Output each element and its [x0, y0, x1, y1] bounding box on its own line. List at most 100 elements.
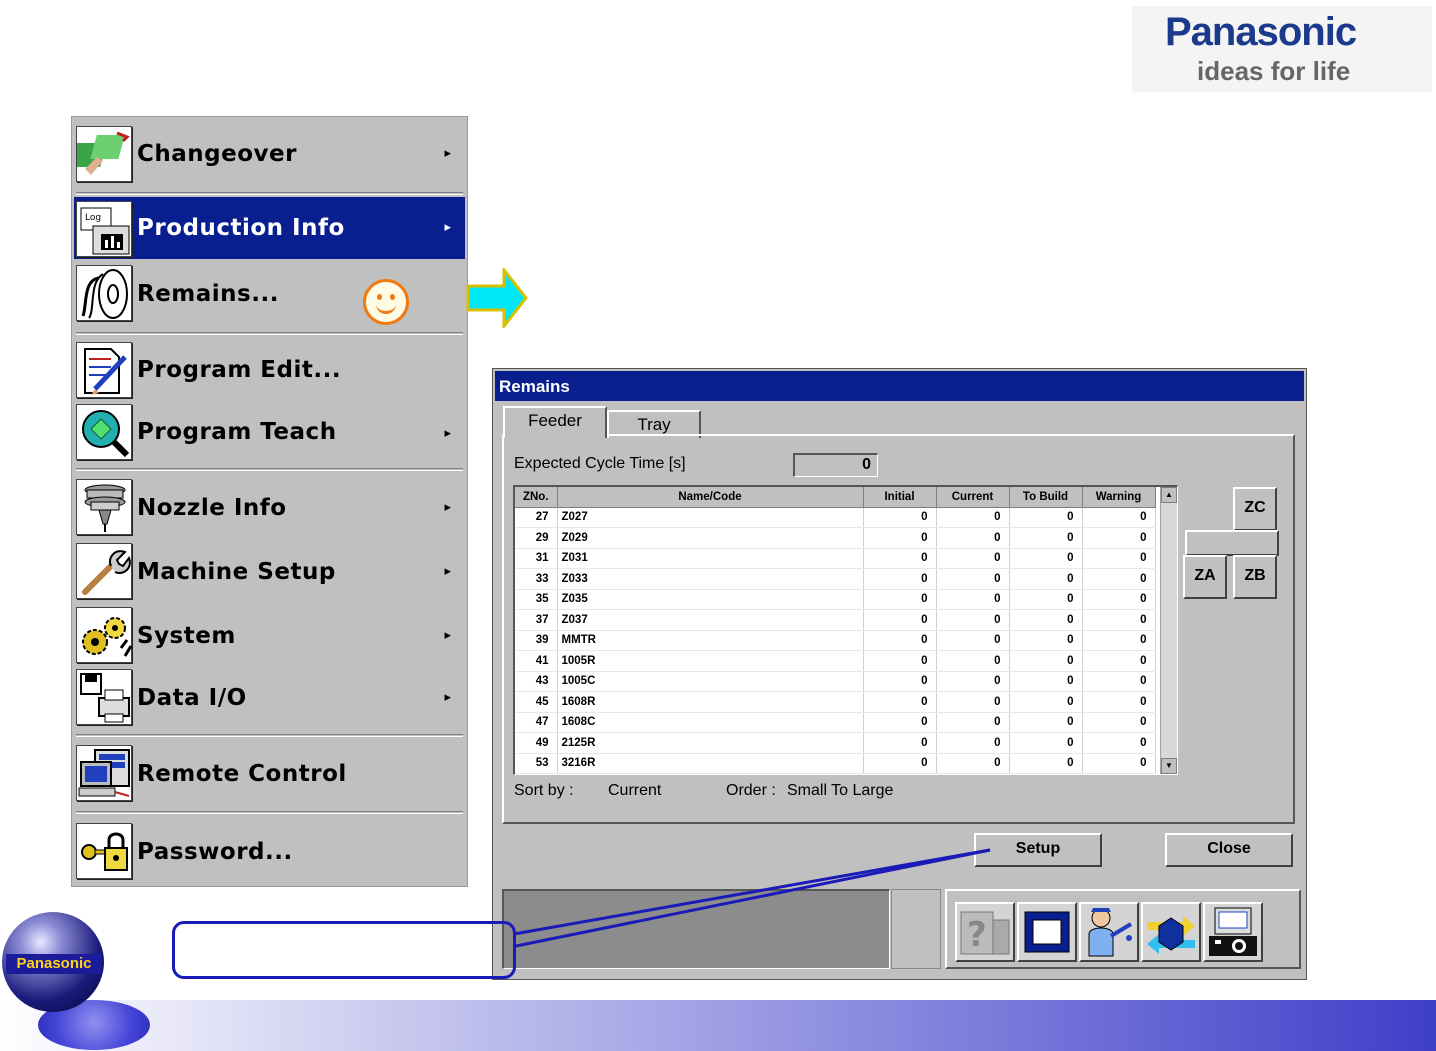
cell-to-build: 0	[1009, 507, 1083, 528]
col-header-current[interactable]: Current	[936, 487, 1010, 508]
menu-divider	[76, 811, 463, 814]
menu-item-nozzle-info[interactable]: Nozzle Info ▸	[74, 475, 465, 539]
zone-zb-button[interactable]: ZB	[1233, 555, 1277, 599]
submenu-arrow-icon: ▸	[444, 563, 451, 578]
cell-zno: 53	[515, 753, 558, 774]
cell-to-build: 0	[1009, 691, 1083, 713]
cell-to-build: 0	[1009, 671, 1083, 692]
menu-item-program-edit[interactable]: Program Edit...	[74, 339, 465, 401]
menu-item-changeover[interactable]: Changeover ▸	[70, 121, 465, 187]
gears-icon	[76, 607, 133, 663]
cell-to-build: 0	[1009, 548, 1083, 569]
menu-label-system: System	[137, 623, 236, 649]
cell-warning: 0	[1082, 691, 1156, 713]
col-header-zno[interactable]: ZNo.	[515, 487, 558, 508]
table-scrollbar[interactable]: ▲ ▼	[1160, 487, 1177, 774]
magnifier-icon	[76, 404, 132, 460]
table-row[interactable]: 33 Z033 0 0 0 0	[515, 568, 1156, 590]
menu-item-remote-control[interactable]: Remote Control	[74, 741, 465, 805]
cell-to-build: 0	[1009, 732, 1083, 754]
cell-initial: 0	[863, 753, 937, 774]
cell-zno: 41	[515, 650, 558, 672]
screen-icon[interactable]	[1017, 902, 1077, 962]
nozzle-icon	[76, 479, 132, 535]
menu-divider	[76, 468, 463, 471]
zone-zc-button[interactable]: ZC	[1233, 487, 1277, 531]
globe-label: Panasonic	[6, 954, 102, 974]
scroll-up-icon[interactable]: ▲	[1161, 487, 1177, 503]
menu-item-password[interactable]: Password...	[74, 819, 465, 883]
table-row[interactable]: 41 1005R 0 0 0 0	[515, 650, 1156, 672]
cell-name: Z035	[557, 589, 864, 610]
menu-item-machine-setup[interactable]: Machine Setup ▸	[74, 541, 465, 603]
sort-by-label: Sort by :	[514, 782, 574, 799]
cell-warning: 0	[1082, 732, 1156, 754]
table-row[interactable]: 49 2125R 0 0 0 0	[515, 732, 1156, 754]
smiley-icon	[363, 279, 409, 325]
table-row[interactable]: 39 MMTR 0 0 0 0	[515, 630, 1156, 651]
cell-to-build: 0	[1009, 630, 1083, 651]
menu-item-production-info[interactable]: Log Production Info ▸	[74, 197, 465, 259]
table-row[interactable]: 37 Z037 0 0 0 0	[515, 609, 1156, 631]
table-row[interactable]: 27 Z027 0 0 0 0	[515, 507, 1156, 528]
col-header-warning[interactable]: Warning	[1082, 487, 1156, 508]
cell-name: Z033	[557, 568, 864, 590]
reel-icon	[76, 265, 132, 321]
submenu-arrow-icon: ▸	[444, 425, 451, 440]
table-row[interactable]: 43 1005C 0 0 0 0	[515, 671, 1156, 692]
menu-item-data-io[interactable]: Data I/O ▸	[74, 667, 465, 729]
cell-name: 1608R	[557, 691, 864, 713]
table-row[interactable]: 45 1608R 0 0 0 0	[515, 691, 1156, 713]
cell-name: 1005R	[557, 650, 864, 672]
cell-to-build: 0	[1009, 650, 1083, 672]
cell-name: Z031	[557, 548, 864, 569]
cell-name: Z029	[557, 527, 864, 549]
camera-icon[interactable]	[1203, 902, 1263, 962]
tab-feeder[interactable]: Feeder	[503, 406, 607, 438]
cell-current: 0	[936, 548, 1010, 569]
changeover-icon	[70, 126, 132, 182]
submenu-arrow-icon: ▸	[444, 499, 451, 514]
table-row[interactable]: 53 3216R 0 0 0 0	[515, 753, 1156, 774]
brand-name: Panasonic	[1165, 10, 1357, 54]
submenu-arrow-icon: ▸	[444, 627, 451, 642]
scroll-down-icon[interactable]: ▼	[1161, 758, 1177, 774]
menu-item-system[interactable]: System ▸	[74, 605, 465, 667]
menu-label-remains: Remains...	[137, 281, 279, 307]
cell-warning: 0	[1082, 507, 1156, 528]
zone-bar	[1185, 530, 1279, 556]
cell-initial: 0	[863, 589, 937, 610]
menu-label-machine-setup: Machine Setup	[137, 559, 336, 585]
remains-table[interactable]: ZNo. Name/Code Initial Current To Build …	[513, 485, 1178, 775]
col-header-name[interactable]: Name/Code	[557, 487, 864, 508]
col-header-to-build[interactable]: To Build	[1009, 487, 1083, 508]
help-icon[interactable]: ?	[955, 902, 1015, 962]
transfer-icon[interactable]	[1141, 902, 1201, 962]
cell-current: 0	[936, 609, 1010, 631]
table-row[interactable]: 31 Z031 0 0 0 0	[515, 548, 1156, 569]
col-header-initial[interactable]: Initial	[863, 487, 937, 508]
table-row[interactable]: 47 1608C 0 0 0 0	[515, 712, 1156, 733]
cell-initial: 0	[863, 568, 937, 590]
main-menu: Changeover ▸ Log Production Info ▸ Remai…	[70, 116, 468, 887]
setup-button[interactable]: Setup	[974, 833, 1102, 867]
cell-name: 1608C	[557, 712, 864, 733]
cell-initial: 0	[863, 609, 937, 631]
table-row[interactable]: 29 Z029 0 0 0 0	[515, 527, 1156, 549]
table-row[interactable]: 35 Z035 0 0 0 0	[515, 589, 1156, 610]
brand-tagline: ideas for life	[1197, 56, 1351, 86]
operator-icon[interactable]	[1079, 902, 1139, 962]
cell-to-build: 0	[1009, 527, 1083, 549]
close-button[interactable]: Close	[1165, 833, 1293, 867]
cell-to-build: 0	[1009, 609, 1083, 631]
cell-current: 0	[936, 527, 1010, 549]
menu-label-production-info: Production Info	[137, 215, 345, 241]
floppy-printer-icon	[76, 669, 132, 725]
zone-za-button[interactable]: ZA	[1183, 555, 1227, 599]
cell-zno: 45	[515, 691, 558, 713]
menu-item-program-teach[interactable]: Program Teach ▸	[74, 403, 465, 465]
cell-warning: 0	[1082, 548, 1156, 569]
cell-current: 0	[936, 630, 1010, 651]
menu-label-nozzle-info: Nozzle Info	[137, 495, 287, 521]
callout-box	[172, 921, 516, 979]
